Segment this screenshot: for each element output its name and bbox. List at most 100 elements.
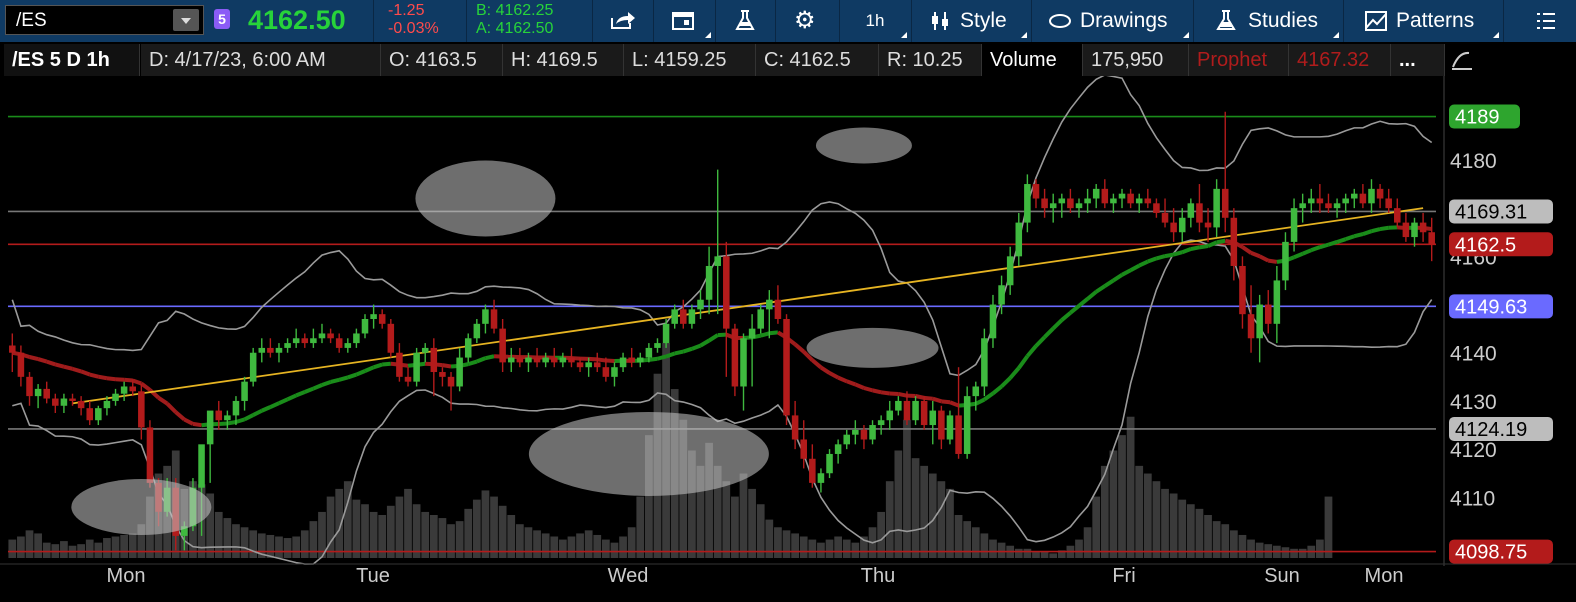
drawings-button[interactable]: Drawings: [1032, 0, 1192, 42]
drawing-tool-button[interactable]: [1446, 44, 1476, 74]
moving-average-segment: [648, 356, 658, 362]
moving-average-segment: [1000, 376, 1012, 388]
x-axis-label: Mon: [107, 565, 146, 587]
moving-average-segment: [304, 386, 315, 394]
symbol-text: /ES: [16, 10, 47, 31]
moving-average-segment: [708, 333, 719, 343]
chevron-down-icon[interactable]: [173, 9, 199, 31]
link-group-badge[interactable]: 5: [214, 9, 230, 29]
moving-average-segment: [485, 354, 495, 361]
moving-average-segment: [769, 330, 779, 336]
moving-average-segment: [157, 396, 169, 406]
moving-average-segment: [863, 386, 874, 393]
style-button[interactable]: Style: [912, 0, 1030, 42]
moving-average-segment: [1379, 225, 1389, 232]
candle-body: [834, 444, 842, 454]
moving-average-segment: [1129, 263, 1141, 272]
calendar-icon: [672, 12, 694, 30]
flask-icon: [735, 10, 755, 30]
moving-average-segment: [218, 421, 228, 426]
bar-low: L: 4159.25: [624, 44, 756, 76]
menu-button[interactable]: [1504, 0, 1576, 42]
moving-average-segment: [476, 356, 487, 364]
y-axis-tick: 4120: [1450, 439, 1497, 462]
price-level-label: 4149.63: [1455, 296, 1527, 318]
volume-bar: [1212, 521, 1221, 558]
candle-body: [344, 343, 352, 348]
more-button[interactable]: ...: [1391, 44, 1445, 76]
candle-body: [1428, 232, 1435, 245]
volume-bar: [395, 496, 404, 558]
volume-bar: [1247, 539, 1255, 558]
candle-body: [1092, 188, 1100, 199]
volume-bar: [756, 504, 765, 558]
moving-average-segment: [837, 375, 848, 384]
moving-average-segment: [691, 343, 702, 351]
ellipse-annotation: [415, 160, 556, 237]
volume-bar: [111, 536, 120, 558]
candle-body: [1247, 314, 1255, 339]
volume-bar: [25, 530, 34, 558]
candle-body: [370, 314, 377, 319]
volume-bar: [817, 542, 825, 558]
candle-body: [327, 333, 334, 339]
candle-body: [981, 338, 988, 387]
studies-button[interactable]: Studies: [1194, 0, 1342, 42]
prophet-label[interactable]: Prophet: [1189, 44, 1289, 76]
volume-bar: [1135, 465, 1144, 558]
candle-body: [748, 328, 756, 339]
volume-bar: [834, 536, 843, 558]
settings-button[interactable]: ⚙: [776, 0, 838, 42]
candle-body: [69, 398, 76, 401]
volume-bar: [1083, 527, 1092, 558]
candle-body: [1342, 198, 1349, 204]
share-button[interactable]: [594, 0, 652, 42]
candle-body: [1239, 265, 1246, 315]
candle-body: [1264, 304, 1272, 324]
candle-body: [611, 367, 618, 377]
moving-average-segment: [89, 372, 99, 379]
candle-body: [1213, 188, 1220, 228]
patterns-button[interactable]: Patterns: [1344, 0, 1502, 42]
moving-average-segment: [165, 402, 178, 414]
ellipse-icon: [1049, 14, 1071, 28]
candle-body: [1024, 184, 1031, 223]
chart-id[interactable]: /ES 5 D 1h: [4, 44, 140, 76]
candle-body: [585, 362, 592, 368]
candle-body: [843, 434, 851, 445]
volume-bar: [524, 527, 533, 558]
candle-body: [602, 367, 610, 377]
volume-bar: [989, 539, 997, 558]
moving-average-segment: [71, 366, 82, 374]
volume-bar: [825, 539, 834, 558]
candle-body: [912, 400, 919, 421]
volume-bar: [1049, 553, 1058, 558]
flask-button[interactable]: [716, 0, 774, 42]
moving-average-segment: [46, 359, 56, 367]
candle-body: [361, 319, 369, 334]
moving-average-segment: [1199, 244, 1209, 250]
candle-body: [1058, 198, 1066, 204]
candle-body: [1187, 203, 1195, 218]
volume-bar: [963, 521, 972, 558]
symbol-selector[interactable]: /ES: [5, 5, 204, 35]
volume-bar: [1221, 524, 1230, 558]
interval-button[interactable]: 1h: [840, 0, 910, 42]
candle-body: [292, 338, 300, 344]
candle-body: [903, 400, 911, 421]
moving-average-segment: [1155, 254, 1166, 261]
candle-body: [258, 347, 266, 353]
candle-body: [456, 357, 463, 387]
price-chart[interactable]: 41104120413041404160418041894169.314162.…: [0, 76, 1576, 602]
moving-average-segment: [260, 405, 272, 413]
volume-bar: [1118, 435, 1126, 558]
moving-average-segment: [880, 390, 891, 396]
volume-label[interactable]: Volume: [982, 44, 1083, 76]
volume-bar: [361, 504, 369, 558]
volume-bar: [885, 481, 894, 558]
calendar-button[interactable]: [654, 0, 714, 42]
volume-bar: [1178, 499, 1187, 558]
candle-body: [1282, 241, 1289, 281]
volume-bar: [610, 542, 619, 558]
candle-body: [1101, 188, 1109, 204]
